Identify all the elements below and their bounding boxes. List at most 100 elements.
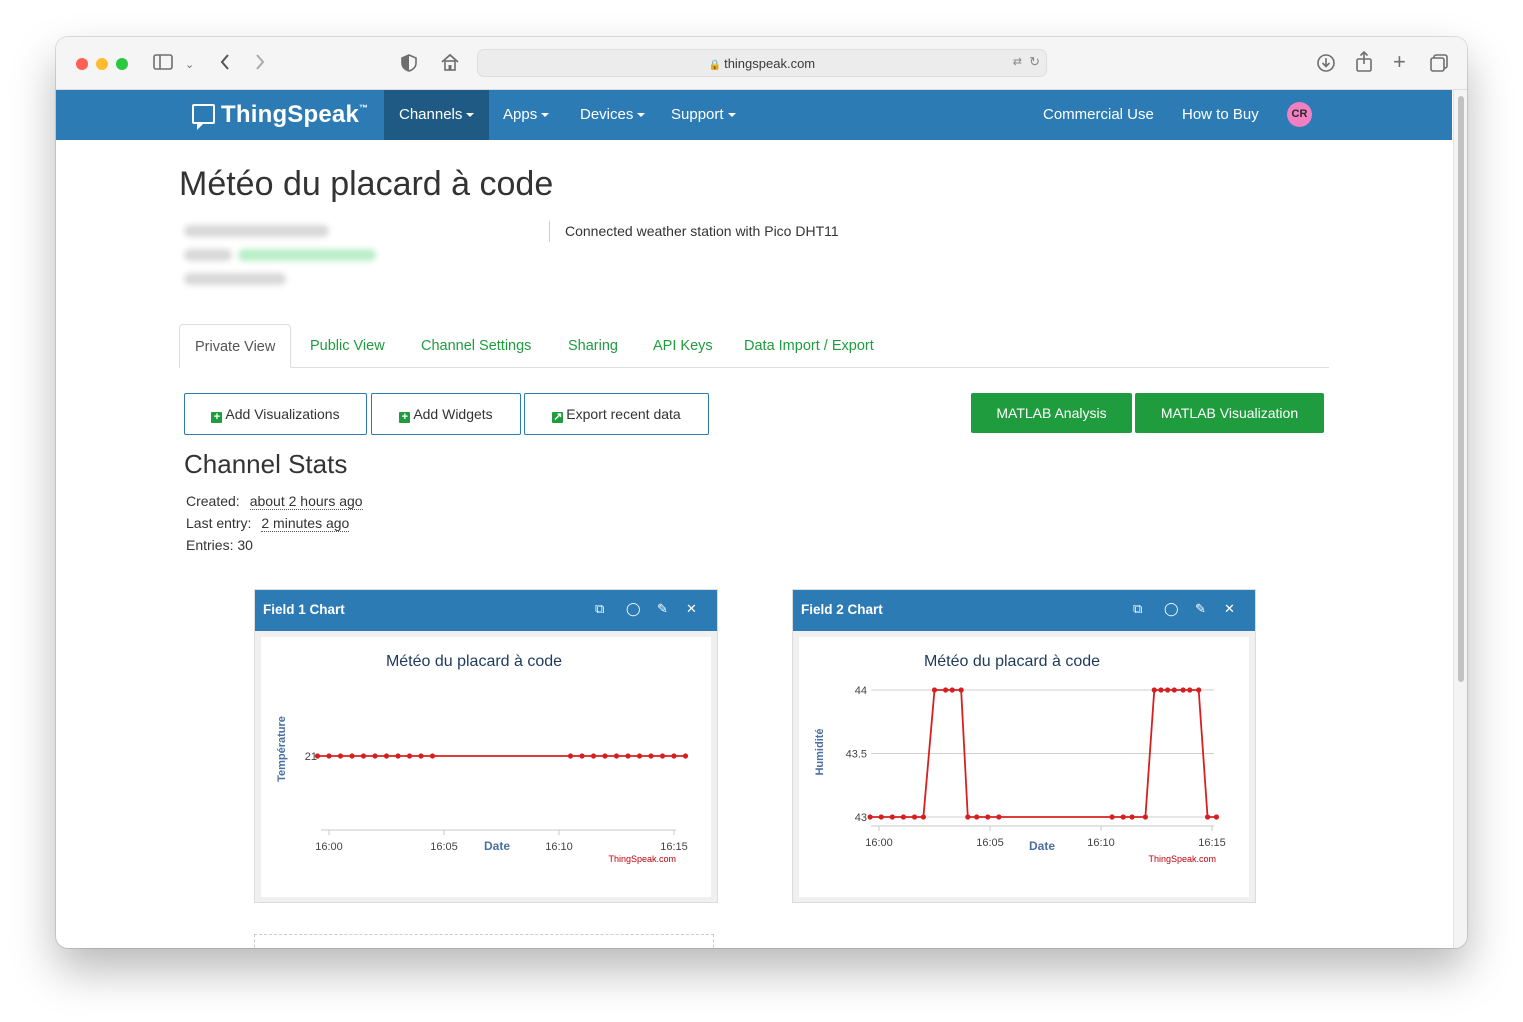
external-link-icon[interactable]: ⧉ [1133, 601, 1142, 617]
matlab-visualization-button[interactable]: MATLAB Visualization [1135, 393, 1324, 433]
share-icon[interactable] [1355, 50, 1373, 77]
data-point [1196, 687, 1202, 693]
nav-commercial-use[interactable]: Commercial Use [1043, 90, 1154, 140]
comment-icon[interactable]: ◯ [1164, 601, 1179, 617]
data-point [878, 814, 884, 820]
caret-down-icon [466, 113, 475, 118]
data-point [1187, 687, 1193, 693]
data-point [931, 687, 938, 693]
minimize-window-button[interactable] [96, 58, 108, 70]
data-point [372, 753, 378, 759]
back-icon[interactable] [219, 53, 231, 75]
redacted-access [184, 273, 286, 285]
data-point [1158, 687, 1164, 693]
close-icon[interactable]: ✕ [686, 601, 697, 617]
data-point [889, 814, 895, 820]
scrollbar-thumb[interactable] [1458, 96, 1464, 682]
y-axis-label: Température [276, 716, 288, 782]
data-point [943, 687, 949, 693]
nav-devices[interactable]: Devices [580, 90, 646, 140]
data-point [613, 753, 620, 759]
browser-window: ⌄ 🔒 thingspeak.com ⇄ ↻ + ThingSpeak™ Cha… [56, 37, 1467, 948]
new-tab-icon[interactable]: + [1393, 51, 1406, 73]
data-point [1151, 687, 1157, 693]
forward-icon[interactable] [254, 53, 266, 75]
external-link-icon[interactable]: ⧉ [595, 601, 604, 617]
page-scrollbar[interactable] [1453, 90, 1467, 948]
add-visualizations-button[interactable]: + Add Visualizations [184, 393, 367, 435]
comment-icon[interactable]: ◯ [626, 601, 641, 617]
avatar[interactable]: CR [1287, 102, 1312, 127]
brand-logo[interactable]: ThingSpeak™ [192, 101, 368, 130]
translate-icon[interactable]: ⇄ [1013, 55, 1022, 68]
redacted-author-link [238, 249, 376, 261]
caret-down-icon [727, 113, 736, 118]
plus-square-icon: + [399, 412, 411, 423]
shield-icon[interactable] [401, 54, 417, 76]
stat-entries: Entries: 30 [186, 537, 253, 553]
home-icon[interactable] [440, 53, 460, 75]
plot-area: 2116:00 16:05 16:10 16:15 [305, 751, 689, 853]
data-point [636, 753, 643, 759]
x-tick-label: 16:10 [1087, 837, 1115, 849]
data-point [418, 753, 424, 759]
x-tick-label: 16:00 [865, 837, 893, 849]
channel-stats-heading: Channel Stats [184, 449, 348, 479]
add-widgets-button[interactable]: + Add Widgets [371, 393, 521, 435]
data-point [659, 753, 666, 759]
chart-container: Météo du placard à code Humidité Date Th… [799, 637, 1249, 897]
pencil-icon[interactable]: ✎ [657, 601, 668, 617]
caret-down-icon [637, 113, 646, 118]
tab-channel-settings[interactable]: Channel Settings [421, 324, 531, 368]
data-point [996, 814, 1002, 820]
data-point [1171, 687, 1177, 693]
nav-how-to-buy[interactable]: How to Buy [1182, 90, 1259, 140]
data-point [625, 753, 631, 759]
data-point [395, 753, 401, 759]
pencil-icon[interactable]: ✎ [1195, 601, 1206, 617]
chart-credit: ThingSpeak.com [1148, 854, 1216, 864]
nav-apps[interactable]: Apps [503, 90, 550, 140]
panel-title: Field 1 Chart [263, 602, 345, 617]
reload-icon[interactable]: ↻ [1029, 54, 1040, 70]
download-icon[interactable] [1316, 53, 1336, 77]
chart-container: Météo du placard à code Température Date… [261, 637, 711, 897]
matlab-analysis-button[interactable]: MATLAB Analysis [971, 393, 1132, 433]
y-tick-label: 43 [855, 812, 867, 824]
tab-api-keys[interactable]: API Keys [653, 324, 713, 368]
url-text: 🔒 thingspeak.com [708, 56, 816, 71]
nav-channels[interactable]: Channels [384, 90, 489, 140]
page-title: Météo du placard à code [179, 165, 554, 203]
tab-data-import-export[interactable]: Data Import / Export [744, 324, 874, 368]
last-entry-time: 2 minutes ago [261, 515, 350, 532]
sidebar-icon[interactable] [153, 54, 173, 74]
stat-created: Created: about 2 hours ago [186, 493, 363, 510]
chart-title: Météo du placard à code [924, 653, 1100, 670]
data-point [1129, 814, 1135, 820]
top-navbar: ThingSpeak™ Channels Apps Devices Suppor… [56, 90, 1452, 140]
data-point [1204, 814, 1211, 820]
close-window-button[interactable] [76, 58, 88, 70]
tab-sharing[interactable]: Sharing [568, 324, 618, 368]
close-icon[interactable]: ✕ [1224, 601, 1235, 617]
tab-private-view[interactable]: Private View [179, 324, 292, 368]
address-bar[interactable]: 🔒 thingspeak.com ⇄ ↻ [477, 49, 1047, 77]
x-tick-label: 16:05 [976, 837, 1004, 849]
tab-public-view[interactable]: Public View [310, 324, 385, 368]
data-point [900, 814, 907, 820]
data-point [602, 753, 608, 759]
redacted-author-label [184, 249, 232, 261]
chart-title: Météo du placard à code [386, 653, 562, 670]
zoom-window-button[interactable] [116, 58, 128, 70]
x-tick-label: 16:15 [660, 841, 688, 853]
caret-down-icon [541, 113, 550, 118]
data-point [579, 753, 585, 759]
nav-support[interactable]: Support [671, 90, 736, 140]
export-recent-data-button[interactable]: ↗ Export recent data [524, 393, 709, 435]
data-point [1109, 814, 1115, 820]
channel-description: Connected weather station with Pico DHT1… [565, 223, 839, 239]
data-point [911, 814, 918, 820]
data-point [360, 753, 367, 759]
chevron-down-icon[interactable]: ⌄ [185, 55, 194, 75]
tabs-overview-icon[interactable] [1429, 53, 1449, 77]
